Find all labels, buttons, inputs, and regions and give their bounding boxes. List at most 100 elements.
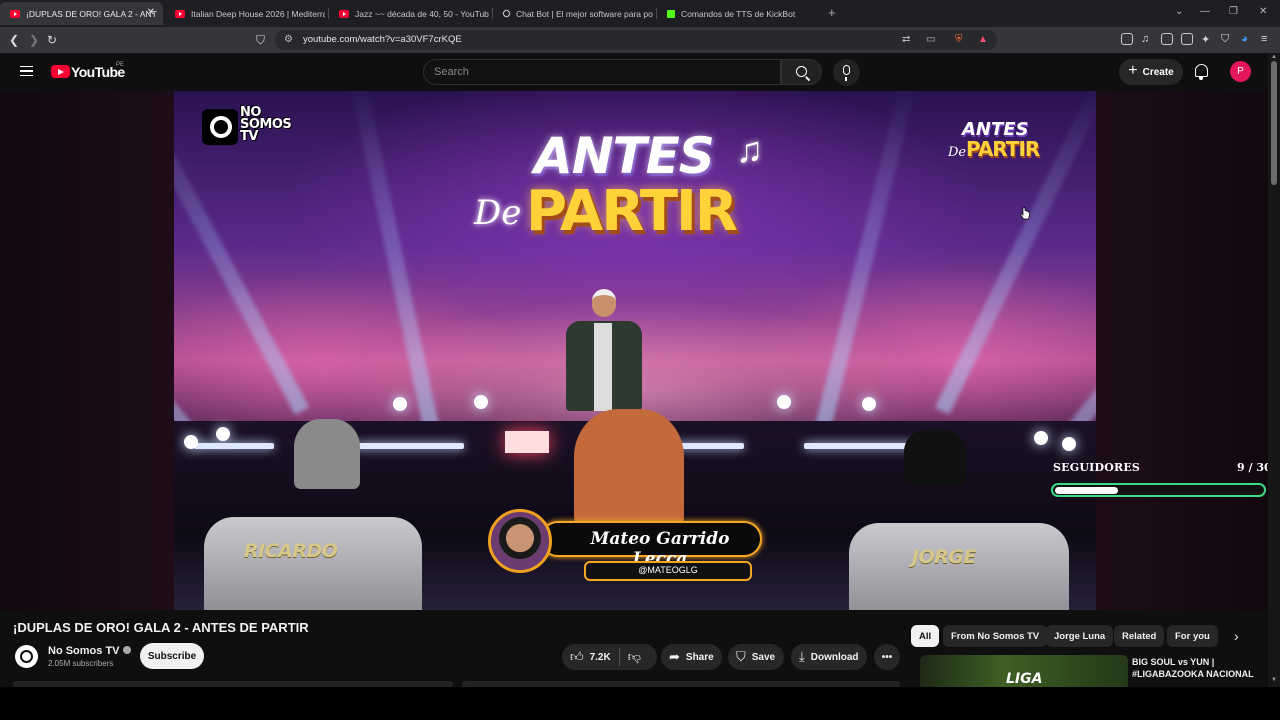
- dislike-icon[interactable]: 👎︎: [628, 649, 641, 665]
- youtube-icon: [175, 9, 185, 18]
- related-video-thumbnail[interactable]: LIGA: [920, 655, 1128, 687]
- video-player[interactable]: RICARDO JORGE ANTES ♫ PARTIR De ANTES PA…: [0, 91, 1268, 610]
- create-label: Create: [1142, 66, 1174, 78]
- followers-progress-bar: [1051, 483, 1266, 497]
- bookmark-icon[interactable]: ⛉: [256, 33, 265, 48]
- minimize-icon[interactable]: —: [1200, 6, 1210, 17]
- stage-red-light: [505, 431, 549, 453]
- tab-label: Italian Deep House 2026 | Mediterra: [191, 8, 325, 19]
- scroll-down-icon[interactable]: ▼: [1271, 677, 1277, 683]
- chair-label-right: JORGE: [912, 546, 976, 568]
- reload-icon[interactable]: ↻: [47, 33, 57, 47]
- brave-shield-icon[interactable]: ⛨: [955, 34, 963, 45]
- chip-jorge-luna[interactable]: Jorge Luna: [1046, 625, 1114, 647]
- wallet-icon[interactable]: [1181, 33, 1193, 45]
- address-bar[interactable]: ⚙ youtube.com/watch?v=a30VF7crKQE ⇄ ▭ ⛨ …: [275, 30, 997, 50]
- tab-search-icon[interactable]: ⌄: [1175, 6, 1183, 17]
- menu-icon[interactable]: ≡: [1261, 33, 1267, 45]
- share-icon: ➦: [669, 649, 680, 664]
- close-window-icon[interactable]: ✕: [1259, 6, 1267, 17]
- stage-light-beam: [349, 91, 440, 433]
- voice-search-button[interactable]: [833, 59, 860, 86]
- browser-tab-5[interactable]: Comandos de TTS de KickBot: [657, 2, 817, 25]
- subscriber-count: 2.05M subscribers: [48, 659, 114, 668]
- channel-avatar[interactable]: [15, 645, 38, 668]
- browser-tab-strip: ¡DUPLAS DE ORO! GALA 2 - ANT ✕ Italian D…: [0, 0, 1280, 27]
- scroll-up-icon[interactable]: ▲: [1271, 54, 1277, 60]
- watermark-text: NO SOMOS TV: [240, 105, 292, 144]
- new-tab-icon[interactable]: +: [828, 5, 836, 20]
- vpn-icon[interactable]: ⛉: [1221, 33, 1229, 46]
- url-text: youtube.com/watch?v=a30VF7crKQE: [303, 34, 462, 45]
- scrollbar-thumb[interactable]: [1271, 61, 1277, 185]
- stage-spotlight: [393, 397, 407, 411]
- like-count[interactable]: 7.2K: [590, 652, 611, 663]
- back-icon[interactable]: ❮: [9, 33, 19, 47]
- tab-label: ¡DUPLAS DE ORO! GALA 2 - ANT: [26, 8, 157, 19]
- search-input[interactable]: [434, 64, 764, 80]
- site-info-icon[interactable]: ⚙: [284, 34, 293, 45]
- forward-icon[interactable]: ❯: [29, 33, 39, 47]
- tab-label: Jazz ~~ década de 40, 50 - YouTube: [355, 8, 489, 19]
- chip-all[interactable]: All: [911, 625, 940, 647]
- kick-icon: [667, 9, 675, 18]
- stage-spotlight: [777, 395, 791, 409]
- followers-label: SEGUIDORES: [1053, 461, 1141, 474]
- related-video-title[interactable]: BIG SOUL vs YUN | #LIGABAZOOKA NACIONAL …: [1132, 656, 1262, 682]
- contestant-handle: @MATEOGLG: [638, 565, 698, 575]
- browser-tab-1[interactable]: ¡DUPLAS DE ORO! GALA 2 - ANT ✕: [0, 2, 163, 25]
- plus-icon: +: [1128, 62, 1138, 79]
- stage-spotlight: [184, 435, 198, 449]
- video-title: ¡DUPLAS DE ORO! GALA 2 - ANTES DE PARTIR: [13, 620, 309, 635]
- maximize-icon[interactable]: ❐: [1229, 6, 1238, 17]
- chevron-right-icon[interactable]: ›: [1234, 628, 1239, 644]
- chatbot-icon: [501, 8, 512, 19]
- close-tab-icon[interactable]: ✕: [147, 7, 155, 18]
- youtube-logo-icon[interactable]: [51, 65, 70, 78]
- hand-cursor-icon: [1020, 207, 1030, 220]
- avatar[interactable]: P: [1230, 61, 1251, 82]
- cast-icon[interactable]: ▭: [926, 34, 935, 45]
- leo-icon[interactable]: ✦: [1201, 33, 1210, 46]
- notifications-icon[interactable]: [1195, 64, 1208, 80]
- sidebar-icon[interactable]: [1161, 33, 1173, 45]
- stage-spotlight: [1062, 437, 1076, 451]
- more-actions-button[interactable]: •••: [874, 644, 900, 670]
- search-box[interactable]: [423, 59, 781, 85]
- channel-name[interactable]: No Somos TV: [48, 645, 131, 657]
- like-icon[interactable]: 👍︎: [570, 649, 584, 665]
- chip-related[interactable]: Related: [1114, 625, 1165, 647]
- subscribe-button[interactable]: Subscribe: [140, 643, 204, 669]
- chip-for-you[interactable]: For you: [1167, 625, 1218, 647]
- search-button[interactable]: [781, 59, 822, 85]
- guide-menu-icon[interactable]: [20, 66, 33, 76]
- stage-light-beam: [814, 91, 917, 433]
- browser-tab-4[interactable]: Chat Bot | El mejor software para po: [493, 2, 653, 25]
- page-scrollbar[interactable]: ▲ ▼: [1268, 53, 1280, 687]
- channel-name-text[interactable]: No Somos TV: [48, 645, 120, 657]
- chip-from-channel[interactable]: From No Somos TV: [943, 625, 1048, 647]
- extension-icon[interactable]: [1121, 33, 1133, 45]
- download-label: Download: [810, 651, 859, 663]
- music-icon[interactable]: ♫: [1141, 33, 1149, 45]
- judge-head: [904, 429, 966, 485]
- channel-watermark: NO SOMOS TV: [202, 105, 302, 147]
- brave-rewards-icon[interactable]: ▲: [978, 34, 988, 45]
- chair-label-left: RICARDO: [244, 540, 338, 562]
- profile-icon[interactable]: ◕: [1241, 33, 1248, 45]
- show-title-antes: ANTES: [534, 127, 715, 185]
- browser-toolbar: ❮ ❯ ↻ ⛉ ⚙ youtube.com/watch?v=a30VF7crKQ…: [0, 27, 1280, 53]
- create-button[interactable]: + Create: [1119, 59, 1183, 85]
- show-title-partir: PARTIR: [526, 179, 738, 244]
- followers-count: 9 / 30: [1237, 461, 1272, 474]
- thumbnail-text: LIGA: [1006, 671, 1043, 687]
- translate-icon[interactable]: ⇄: [902, 34, 910, 45]
- country-code: PE: [116, 62, 125, 68]
- browser-tab-3[interactable]: Jazz ~~ década de 40, 50 - YouTube: [329, 2, 489, 25]
- share-button[interactable]: ➦ Share: [661, 644, 722, 670]
- download-button[interactable]: ⤓ Download: [791, 644, 867, 670]
- show-title-art: ANTES ♫ PARTIR De: [474, 127, 804, 267]
- browser-tab-2[interactable]: Italian Deep House 2026 | Mediterra: [165, 2, 325, 25]
- video-frame[interactable]: RICARDO JORGE ANTES ♫ PARTIR De ANTES PA…: [174, 91, 1096, 610]
- save-button[interactable]: ⛉ Save: [728, 644, 784, 670]
